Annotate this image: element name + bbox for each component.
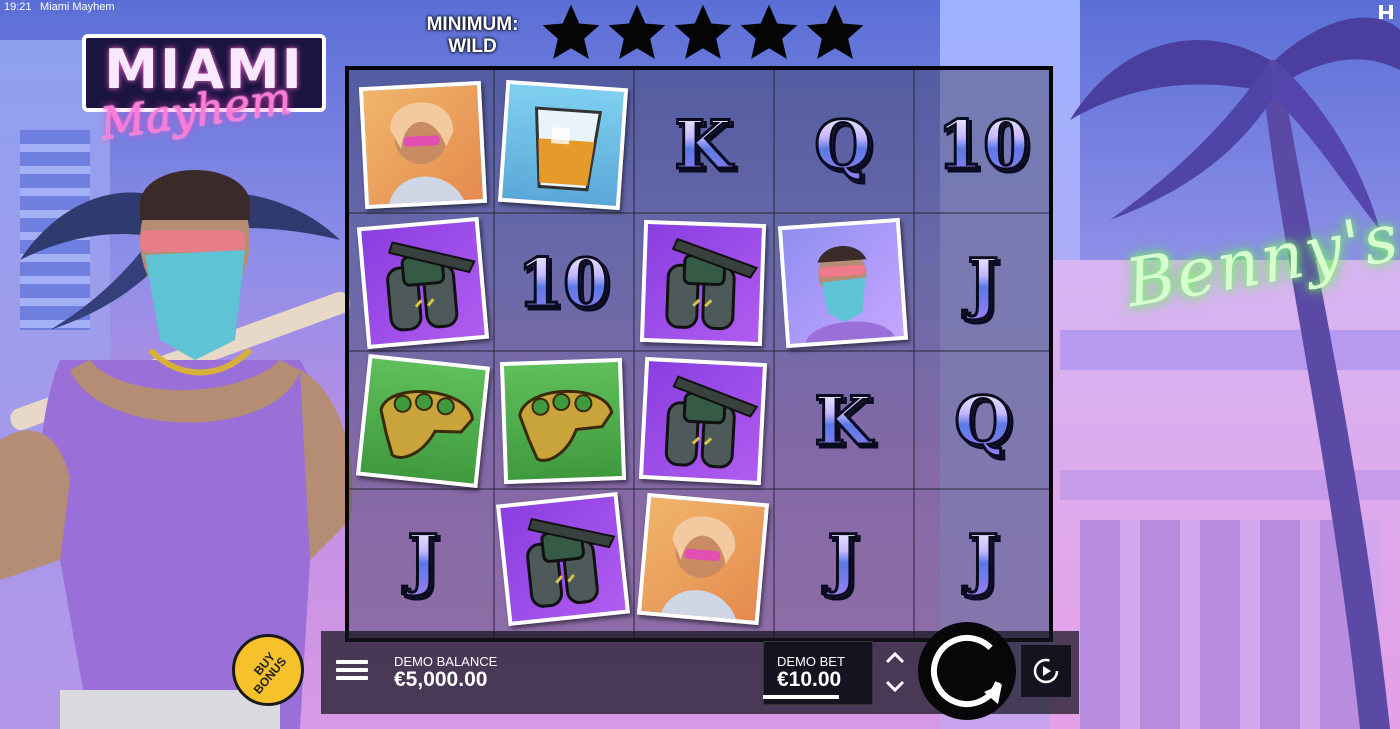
knuckles-card-icon [355,353,491,488]
star-icon [806,4,864,59]
reel-grid[interactable]: K Q 10 10 J K Q J J J [345,66,1053,642]
jetpack-card-icon [638,356,768,485]
symbol-letter: Q [813,104,873,185]
jetpack-card-icon [495,491,631,626]
symbol-jetpack-card [635,352,771,489]
symbol-letter: J [826,518,860,599]
symbol-10: 10 [915,76,1051,213]
symbol-jetpack-card [495,490,631,627]
symbol-letter: J [966,518,1000,599]
symbol-letter: K [673,104,733,185]
symbol-j: J [355,490,491,627]
menu-button[interactable] [336,656,368,688]
character-illustration [0,170,353,729]
bet-decrease-icon[interactable] [884,678,906,694]
symbol-jetpack-card [635,214,771,351]
autoplay-button[interactable] [1021,645,1071,697]
symbol-letter: J [406,518,440,599]
window-title: Miami Mayhem [40,1,115,13]
symbol-q: Q [775,76,911,213]
symbol-10: 10 [495,214,631,351]
bet-value: €10.00 [777,668,842,691]
provider-logo-icon [1379,5,1393,19]
autoplay-icon [1033,658,1059,684]
buy-bonus-button[interactable]: BUY BONUS [232,634,304,706]
woman-card-icon [636,492,770,625]
symbol-k: K [635,76,771,213]
woman-card-icon [358,80,488,209]
symbol-jetpack-card [355,214,491,351]
symbol-whiskey-card [495,76,631,213]
symbol-letter: 10 [936,104,1031,185]
symbol-j: J [915,214,1051,351]
jetpack-card-icon [356,216,490,349]
symbol-woman-card [635,490,771,627]
symbol-j: J [915,490,1051,627]
star-icon [608,4,666,59]
symbol-knuckles-card [355,352,491,489]
symbol-k: K [775,352,911,489]
balance-label: DEMO BALANCE [394,654,498,669]
palm-tree-right [1070,17,1400,729]
minimum-wild-label: MINIMUM: WILD [426,14,519,57]
symbol-letter: Q [953,380,1013,461]
clock: 19:21 [4,1,32,13]
game-logo: MIAMI Mayhem [82,34,326,150]
balance-value: €5,000.00 [394,668,488,691]
star-icon [740,4,798,59]
man-card-icon [777,217,909,348]
wild-stars [540,2,866,64]
spin-button[interactable] [918,622,1016,720]
jetpack-card-icon [639,219,767,346]
symbol-letter: 10 [516,242,611,323]
symbol-j: J [775,490,911,627]
symbol-woman-card [355,76,491,213]
knuckles-card-icon [499,357,627,484]
symbol-letter: J [966,242,1000,323]
symbol-q: Q [915,352,1051,489]
star-icon [674,4,732,59]
symbol-letter: K [813,380,873,461]
spin-icon [931,635,1003,707]
whiskey-card-icon [497,79,629,210]
symbol-knuckles-card [495,352,631,489]
bet-label: DEMO BET [777,654,845,669]
star-icon [542,4,600,59]
bet-level-bar [763,695,839,699]
bet-increase-icon[interactable] [884,650,906,666]
symbol-man-card [775,214,911,351]
